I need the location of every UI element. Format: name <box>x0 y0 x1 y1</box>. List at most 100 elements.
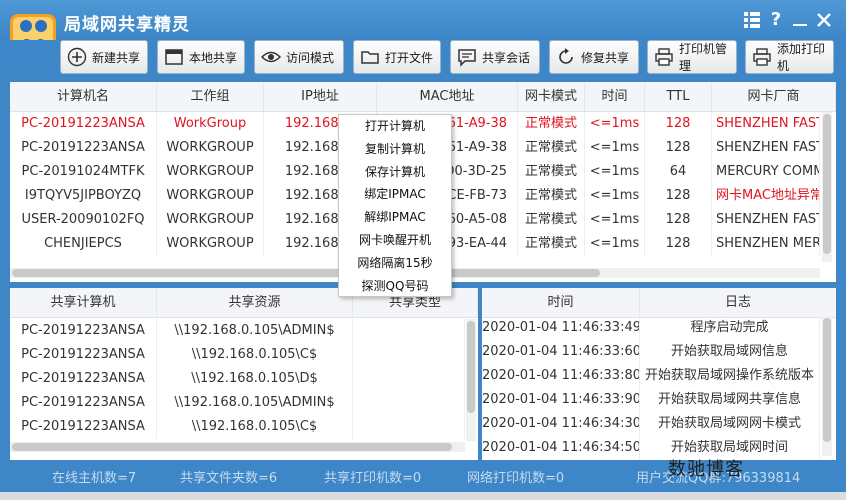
list-item[interactable]: PC-20191223ANSA \\192.168.0.105\C$ <box>10 343 465 367</box>
cell-share-computer: PC-20191223ANSA <box>10 367 157 391</box>
list-item[interactable]: 2020-01-04 11:46:34:501 开始获取局域网时间 <box>482 436 820 460</box>
access-mode-button[interactable]: 访问模式 <box>254 40 344 74</box>
cell-name: PC-20191223ANSA <box>10 136 157 160</box>
cell-log-time: 2020-01-04 11:46:33:901 <box>482 388 640 412</box>
list-item[interactable]: PC-20191223ANSA \\192.168.0.105\ADMIN$ <box>10 391 465 415</box>
cell-share-type <box>353 343 465 367</box>
cell-time: <=1ms <box>585 136 645 160</box>
repair-share-button[interactable]: 修复共享 <box>549 40 639 74</box>
cell-mode: 正常模式 <box>518 112 585 136</box>
col-workgroup[interactable]: 工作组 <box>157 82 264 112</box>
add-printer-button[interactable]: 添加打印机 <box>745 40 834 74</box>
cell-log-message: 开始获取局域网信息 <box>640 340 820 364</box>
cell-vendor: SHENZHEN MERC <box>712 232 820 256</box>
share-list-panel: 共享计算机 共享资源 共享类型 PC-20191223ANSA \\192.16… <box>10 288 478 460</box>
list-item[interactable]: 2020-01-04 11:46:33:901 开始获取局域网共享信息 <box>482 388 820 412</box>
menu-item-unbind-ipmac[interactable]: 解绑IPMAC <box>339 206 451 229</box>
menu-grid-icon[interactable] <box>741 9 763 31</box>
menu-item-wake-on-lan[interactable]: 网卡唤醒开机 <box>339 229 451 252</box>
share-session-button[interactable]: 共享会话 <box>450 40 540 74</box>
menu-item-detect-qq[interactable]: 探测QQ号码 <box>339 275 451 298</box>
col-share-resource[interactable]: 共享资源 <box>157 288 353 318</box>
cell-vendor: 网卡MAC地址异常 <box>712 184 820 208</box>
col-ip[interactable]: IP地址 <box>264 82 377 112</box>
title-bar[interactable]: 局域网共享精灵 ? <box>0 0 846 50</box>
col-log-message[interactable]: 日志 <box>640 288 836 318</box>
cell-share-computer: PC-20191223ANSA <box>10 343 157 367</box>
scroll-thumb[interactable] <box>467 321 475 413</box>
share-session-label: 共享会话 <box>482 50 531 65</box>
cell-time: <=1ms <box>585 184 645 208</box>
cell-vendor: SHENZHEN FAST <box>712 112 820 136</box>
add-printer-label: 添加打印机 <box>777 42 826 73</box>
context-menu: 打开计算机 复制计算机 保存计算机 绑定IPMAC 解绑IPMAC 网卡唤醒开机… <box>338 114 452 297</box>
printer-manage-button[interactable]: 打印机管理 <box>647 40 737 74</box>
list-item[interactable]: 2020-01-04 11:46:33:801 开始获取局域网操作系统版本 <box>482 364 820 388</box>
printer-manage-label: 打印机管理 <box>679 42 728 73</box>
cell-mode: 正常模式 <box>518 160 585 184</box>
cell-workgroup: WORKGROUP <box>157 184 264 208</box>
menu-item-isolate-network[interactable]: 网络隔离15秒 <box>339 252 451 275</box>
list-item[interactable]: PC-20191223ANSA \\192.168.0.105\C$ <box>10 415 465 439</box>
cell-ttl: 128 <box>645 184 712 208</box>
cell-name: PC-20191024MTFK <box>10 160 157 184</box>
cell-share-resource: \\192.168.0.105\ADMIN$ <box>157 319 353 343</box>
scroll-thumb[interactable] <box>12 269 600 277</box>
plus-circle-icon <box>67 47 87 67</box>
help-icon[interactable]: ? <box>765 9 787 31</box>
col-share-computer[interactable]: 共享计算机 <box>10 288 157 318</box>
scroll-thumb[interactable] <box>823 114 831 254</box>
cell-log-time: 2020-01-04 11:46:33:499 <box>482 316 640 340</box>
list-item[interactable]: PC-20191223ANSA \\192.168.0.105\ADMIN$ <box>10 319 465 343</box>
col-ttl[interactable]: TTL <box>645 82 712 112</box>
scroll-thumb[interactable] <box>823 318 831 442</box>
cell-log-time: 2020-01-04 11:46:34:501 <box>482 436 640 460</box>
cell-log-time: 2020-01-04 11:46:33:801 <box>482 364 640 388</box>
menu-item-bind-ipmac[interactable]: 绑定IPMAC <box>339 183 451 206</box>
col-log-time[interactable]: 时间 <box>482 288 640 318</box>
computer-list-header: 计算机名 工作组 IP地址 MAC地址 网卡模式 时间 TTL 网卡厂商 <box>10 82 836 112</box>
list-item[interactable]: 2020-01-04 11:46:33:499 程序启动完成 <box>482 316 820 340</box>
log-vscroll[interactable] <box>822 316 832 456</box>
menu-item-copy-computer[interactable]: 复制计算机 <box>339 138 451 161</box>
list-item[interactable]: 2020-01-04 11:46:33:601 开始获取局域网信息 <box>482 340 820 364</box>
new-share-button[interactable]: 新建共享 <box>60 40 148 74</box>
printer-icon <box>655 48 673 66</box>
close-icon[interactable] <box>813 9 835 31</box>
col-vendor[interactable]: 网卡厂商 <box>712 82 836 112</box>
scroll-thumb[interactable] <box>12 443 452 451</box>
minimize-icon[interactable] <box>789 9 811 31</box>
share-list-hscroll[interactable] <box>10 442 465 452</box>
log-header: 时间 日志 <box>482 288 836 318</box>
watermark: 数驰博客 <box>668 459 744 480</box>
list-item[interactable]: PC-20191223ANSA \\192.168.0.105\D$ <box>10 367 465 391</box>
cell-ttl: 128 <box>645 112 712 136</box>
share-list-vscroll[interactable] <box>466 319 476 441</box>
computer-list-vscroll[interactable] <box>822 112 832 262</box>
col-time[interactable]: 时间 <box>585 82 645 112</box>
col-mac[interactable]: MAC地址 <box>377 82 518 112</box>
cell-ttl: 128 <box>645 136 712 160</box>
open-file-button[interactable]: 打开文件 <box>353 40 441 74</box>
local-share-label: 本地共享 <box>189 50 238 65</box>
cell-ttl: 128 <box>645 208 712 232</box>
cell-log-message: 开始获取局域网共享信息 <box>640 388 820 412</box>
cell-time: <=1ms <box>585 232 645 256</box>
menu-item-save-computer[interactable]: 保存计算机 <box>339 161 451 184</box>
cell-ttl: 128 <box>645 232 712 256</box>
cell-workgroup: WORKGROUP <box>157 232 264 256</box>
repair-share-label: 修复共享 <box>581 50 630 65</box>
menu-item-open-computer[interactable]: 打开计算机 <box>339 115 451 138</box>
col-computer-name[interactable]: 计算机名 <box>10 82 157 112</box>
cell-ttl: 64 <box>645 160 712 184</box>
eye-icon <box>261 51 281 63</box>
list-item[interactable]: 2020-01-04 11:46:34:301 开始获取局域网网卡模式 <box>482 412 820 436</box>
cell-log-time: 2020-01-04 11:46:33:601 <box>482 340 640 364</box>
refresh-icon <box>559 48 573 64</box>
chat-icon <box>458 49 476 67</box>
col-nic-mode[interactable]: 网卡模式 <box>518 82 585 112</box>
cell-share-type <box>353 391 465 415</box>
toolbar: 新建共享 本地共享 访问模式 打开文件 共享会话 修复共享 打印机管理 添加打印… <box>0 40 846 78</box>
local-share-button[interactable]: 本地共享 <box>157 40 245 74</box>
status-shared-folders: 共享文件夹数=6 <box>180 471 278 486</box>
